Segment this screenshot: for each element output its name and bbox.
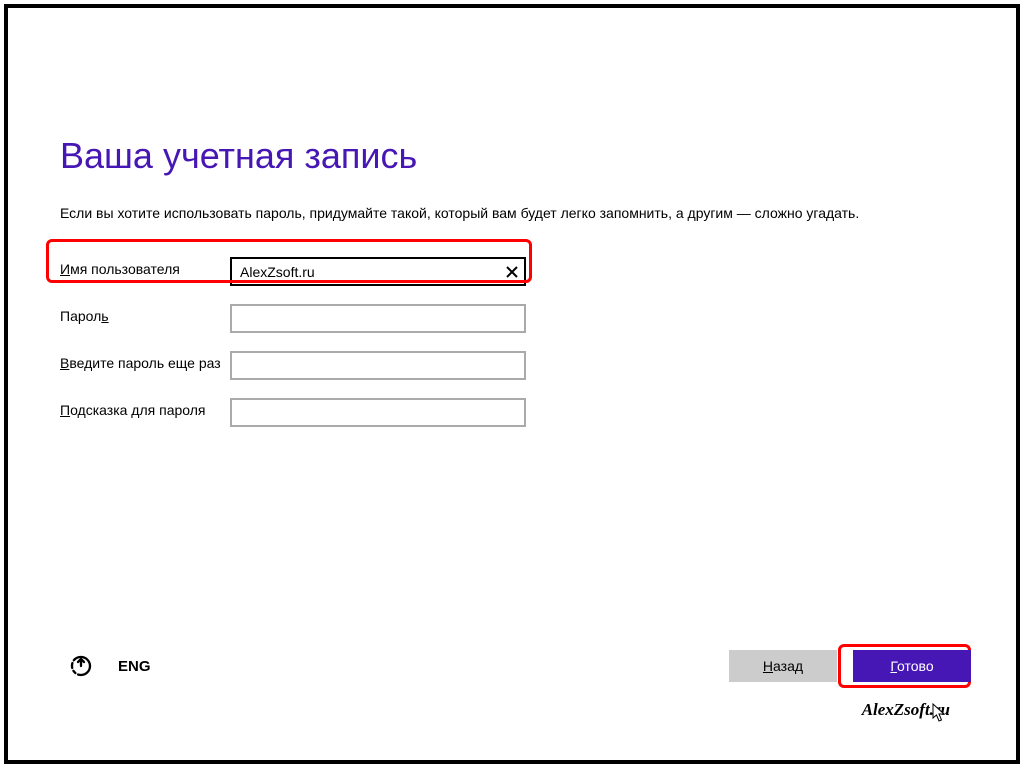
clear-input-button[interactable] bbox=[503, 263, 521, 281]
watermark: AlexZsoft.ru bbox=[862, 700, 950, 720]
username-input[interactable] bbox=[230, 257, 526, 286]
language-indicator[interactable]: ENG bbox=[118, 658, 151, 675]
password-label: Пароль bbox=[60, 304, 230, 324]
hint-row: Подсказка для пароля bbox=[60, 398, 964, 427]
done-button[interactable]: Готово bbox=[853, 650, 971, 682]
hint-label: Подсказка для пароля bbox=[60, 398, 230, 418]
username-label: Имя пользователя bbox=[60, 257, 230, 277]
password-confirm-label: Введите пароль еще раз bbox=[60, 351, 230, 371]
back-button[interactable]: Назад bbox=[729, 650, 837, 682]
close-icon bbox=[505, 265, 519, 279]
footer-bar: ENG Назад Готово bbox=[68, 650, 971, 682]
password-confirm-row: Введите пароль еще раз bbox=[60, 351, 964, 380]
username-row: Имя пользователя bbox=[60, 257, 964, 286]
password-row: Пароль bbox=[60, 304, 964, 333]
username-input-wrap bbox=[230, 257, 526, 286]
intro-text: Если вы хотите использовать пароль, прид… bbox=[60, 205, 964, 221]
hint-input[interactable] bbox=[230, 398, 526, 427]
password-confirm-input[interactable] bbox=[230, 351, 526, 380]
ease-of-access-button[interactable] bbox=[68, 653, 94, 679]
password-input[interactable] bbox=[230, 304, 526, 333]
account-setup-panel: Ваша учетная запись Если вы хотите испол… bbox=[60, 135, 964, 445]
page-title: Ваша учетная запись bbox=[60, 135, 964, 177]
ease-of-access-icon bbox=[68, 653, 94, 679]
